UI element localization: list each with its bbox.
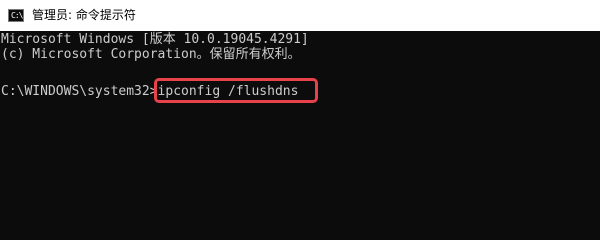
window-title: 管理员: 命令提示符 — [32, 8, 136, 22]
console-line-copyright: (c) Microsoft Corporation。保留所有权利。 — [1, 47, 301, 62]
cmd-icon: C:\ — [8, 9, 24, 22]
command-prompt-window: C:\ 管理员: 命令提示符 Microsoft Windows [版本 10.… — [0, 0, 600, 240]
command-highlight-box — [154, 78, 318, 103]
cmd-icon-glyph: C:\ — [11, 11, 23, 20]
console-output[interactable]: Microsoft Windows [版本 10.0.19045.4291] (… — [0, 31, 600, 240]
title-bar[interactable]: C:\ 管理员: 命令提示符 — [0, 0, 600, 31]
prompt: C:\WINDOWS\system32> — [1, 84, 158, 99]
